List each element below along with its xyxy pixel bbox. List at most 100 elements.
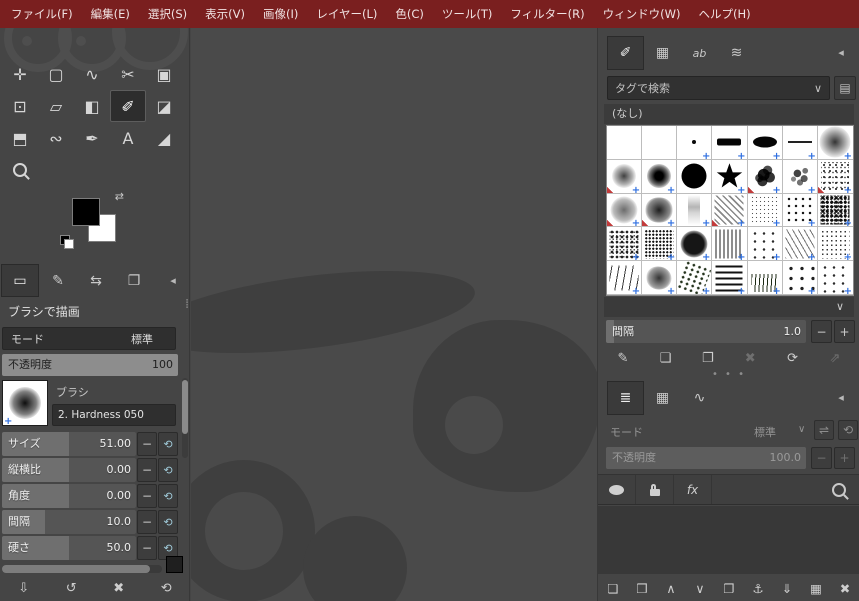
brush-item[interactable] — [677, 159, 713, 194]
restore-preset-button[interactable]: ↺ — [58, 576, 84, 600]
menu-item-6[interactable]: 色(C) — [386, 0, 433, 28]
brush-item[interactable]: + — [782, 193, 818, 228]
brush-item[interactable]: + — [782, 227, 818, 262]
brush-item[interactable]: + — [747, 227, 783, 262]
raise-layer-button[interactable]: ∧ — [658, 576, 684, 600]
tool-color-picker[interactable]: ◢ — [146, 122, 182, 154]
size-slider[interactable]: サイズ 51.00 — [2, 432, 136, 456]
view-mode-button[interactable]: ▤ — [834, 76, 856, 100]
brush-item[interactable]: + — [747, 126, 783, 160]
brush-item[interactable]: + — [747, 159, 783, 194]
tool-options-hscrollbar[interactable] — [2, 565, 162, 573]
tool-eraser[interactable]: ◪ — [146, 90, 182, 122]
layer-opacity-increase-button[interactable]: + — [834, 447, 855, 469]
menu-item-9[interactable]: ウィンドウ(W) — [594, 0, 690, 28]
brush-item[interactable]: + — [712, 261, 748, 295]
delete-layer-button[interactable]: ✖ — [832, 576, 858, 600]
new-layer-button[interactable]: ❏ — [600, 576, 626, 600]
tool-clone[interactable]: ⬒ — [2, 122, 38, 154]
hardness-decrease-button[interactable]: − — [137, 536, 157, 560]
spacing-decrease-button[interactable]: − — [137, 510, 157, 534]
brush-item[interactable] — [607, 126, 643, 160]
tool-zoom[interactable] — [2, 154, 38, 186]
menu-item-7[interactable]: ツール(T) — [433, 0, 502, 28]
brush-spacing-slider[interactable]: 間隔 1.0 — [606, 320, 806, 343]
tool-unified-transform[interactable]: ⊡ — [2, 90, 38, 122]
layers-tab-paths[interactable]: ∿ — [681, 381, 718, 415]
dock-splitter-handle[interactable]: • • • — [598, 370, 859, 380]
aspect-ratio-slider[interactable]: 縦横比 0.00 — [2, 458, 136, 482]
brush-item[interactable]: + — [607, 261, 643, 295]
brush-item[interactable] — [642, 126, 678, 160]
save-preset-button[interactable]: ⇩ — [11, 576, 37, 600]
brush-item[interactable]: + — [747, 261, 783, 295]
tool-bucket-fill[interactable]: ◧ — [74, 90, 110, 122]
tool-options-scrollbar[interactable] — [182, 378, 188, 458]
layer-opacity-decrease-button[interactable]: − — [811, 447, 832, 469]
tool-smudge[interactable]: ∾ — [38, 122, 74, 154]
brush-item[interactable]: + — [817, 261, 853, 295]
toolbox-tab-tool-options[interactable]: ▭ — [1, 264, 39, 297]
default-colors-icon[interactable] — [60, 235, 75, 250]
menu-item-10[interactable]: ヘルプ(H) — [689, 0, 759, 28]
tool-flip[interactable]: ▱ — [38, 90, 74, 122]
menu-item-4[interactable]: 画像(I) — [254, 0, 307, 28]
brush-item[interactable]: + — [747, 193, 783, 228]
spacing-decrease-button[interactable]: − — [811, 320, 832, 343]
tag-search-combo[interactable]: タグで検索 ∨ — [607, 76, 830, 100]
tool-move[interactable]: ✛ — [2, 58, 38, 90]
angle-decrease-button[interactable]: − — [137, 484, 157, 508]
merge-down-button[interactable]: ⇓ — [774, 576, 800, 600]
anchor-layer-button[interactable]: ⚓ — [745, 576, 771, 600]
tool-scissors-select[interactable]: ✂ — [110, 58, 146, 90]
brush-item[interactable]: + — [642, 261, 678, 295]
tool-options-menu-button[interactable]: ◂ — [163, 271, 183, 289]
tool-crop[interactable]: ▣ — [146, 58, 182, 90]
paint-mode-select[interactable]: モード 標準 — [2, 327, 176, 350]
duplicate-layer-button[interactable]: ❐ — [716, 576, 742, 600]
canvas-area[interactable] — [191, 28, 597, 601]
brush-item[interactable]: + — [782, 261, 818, 295]
edit-brush-button[interactable]: ✎ — [604, 346, 642, 370]
tool-paintbrush[interactable]: ✐ — [110, 90, 146, 122]
brush-item[interactable]: + — [642, 159, 678, 194]
refresh-brushes-button[interactable]: ⟳ — [774, 346, 812, 370]
angle-reset-button[interactable]: ⟲ — [158, 484, 178, 508]
brush-item[interactable]: + — [712, 227, 748, 262]
foreground-color-swatch[interactable] — [72, 198, 100, 226]
brush-item[interactable]: + — [782, 159, 818, 194]
tool-rectangle-select[interactable]: ▢ — [38, 58, 74, 90]
angle-slider[interactable]: 角度 0.00 — [2, 484, 136, 508]
brush-item[interactable]: + — [817, 159, 853, 194]
brushes-tab-fonts[interactable]: ab — [681, 36, 718, 70]
tool-paths[interactable]: ✒ — [74, 122, 110, 154]
size-reset-button[interactable]: ⟲ — [158, 432, 178, 456]
menu-item-1[interactable]: 編集(E) — [82, 0, 139, 28]
layer-opacity-slider[interactable]: 不透明度 100.0 — [606, 447, 806, 469]
spacing-slider[interactable]: 間隔 10.0 — [2, 510, 136, 534]
brush-item[interactable]: + — [817, 126, 853, 160]
toolbox-tab-images[interactable]: ❐ — [115, 264, 153, 297]
brush-item[interactable]: + — [642, 193, 678, 228]
brush-item[interactable]: + — [677, 126, 713, 160]
brush-item[interactable]: + — [782, 126, 818, 160]
lock-toggle[interactable] — [636, 475, 674, 504]
brush-item[interactable]: + — [712, 159, 748, 194]
spacing-reset-button[interactable]: ⟲ — [158, 510, 178, 534]
delete-brush-button[interactable]: ✖ — [731, 346, 769, 370]
tool-opacity-slider[interactable]: 不透明度 100 — [2, 354, 178, 376]
brush-item[interactable]: + — [607, 159, 643, 194]
layers-tab-channels[interactable]: ▦ — [644, 381, 681, 415]
layer-mode-reset-button[interactable]: ⟲ — [838, 420, 858, 440]
layer-search-icon[interactable] — [832, 482, 846, 497]
aspect-ratio-decrease-button[interactable]: − — [137, 458, 157, 482]
layer-mode-switch-button[interactable]: ⇌ — [814, 420, 834, 440]
brushes-tab-gradients[interactable]: ≋ — [718, 36, 755, 70]
tool-text[interactable]: A — [110, 122, 146, 154]
brushes-menu-button[interactable]: ◂ — [831, 43, 851, 61]
hardness-slider[interactable]: 硬さ 50.0 — [2, 536, 136, 560]
layer-list-empty[interactable] — [598, 506, 859, 574]
add-layer-mask-button[interactable]: ▦ — [803, 576, 829, 600]
brush-name-button[interactable]: 2. Hardness 050 — [52, 404, 176, 426]
brush-grid-scroll-strip[interactable]: ∨ — [604, 297, 854, 317]
